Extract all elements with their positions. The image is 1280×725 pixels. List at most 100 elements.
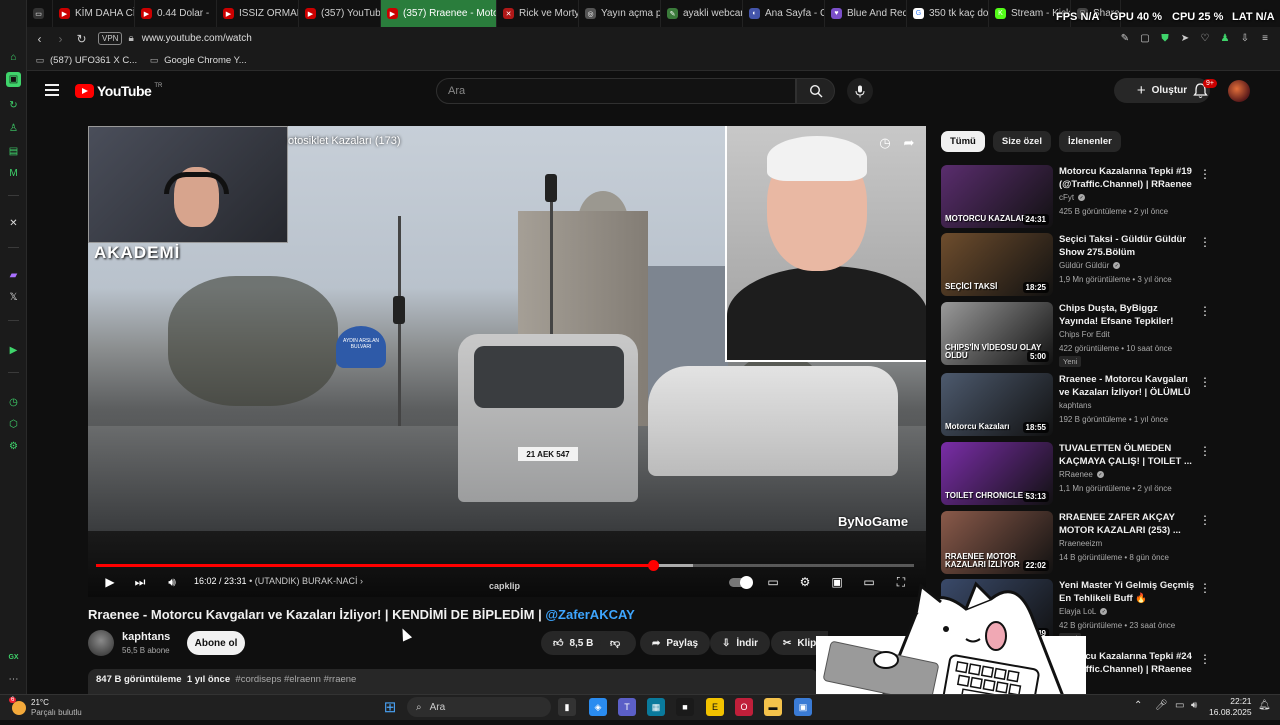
send-icon[interactable]: ➤ [1178, 31, 1192, 45]
copilot-icon[interactable]: ◈ [589, 698, 607, 716]
voice-search-button[interactable] [847, 78, 873, 104]
sidebar-m-icon[interactable]: M [6, 166, 21, 181]
browser-tab[interactable]: ♥ Blue And Red [825, 0, 907, 27]
reload-icon[interactable]: ↻ [73, 30, 90, 47]
video-player[interactable]: AYDIN ARSLAN BULVARI 21 AEK 547 AKADEMİ … [88, 126, 926, 597]
forward-icon[interactable]: › [52, 30, 69, 47]
search-button[interactable] [796, 78, 835, 104]
lock-icon[interactable]: 🔒︎ [128, 33, 133, 44]
notifications-button[interactable]: 9+ [1193, 79, 1217, 99]
back-icon[interactable]: ‹ [31, 30, 48, 47]
browser-tab[interactable]: ✕ Rick ve Morty [497, 0, 579, 27]
description-box[interactable]: 847 B görüntüleme 1 yıl önce #cordiseps … [88, 669, 818, 694]
recommendation-title[interactable]: Rraenee - Motorcu Kavgaları ve Kazaları … [1059, 373, 1197, 399]
clock-icon[interactable]: ◷ [6, 395, 21, 410]
x-icon[interactable]: 𝕏 [6, 290, 21, 305]
browser-tab[interactable]: ▶ (357) YouTub [299, 0, 381, 27]
sidebar-ai-icon[interactable]: ✕ [6, 216, 21, 231]
opera-gx-icon[interactable]: O [735, 698, 753, 716]
browser-tab[interactable]: ▭ [27, 0, 53, 27]
sidebar-player-icon[interactable]: ▶ [6, 343, 21, 358]
volume-icon[interactable]: 🔊︎ [164, 573, 180, 591]
video-thumbnail[interactable]: Motorcu Kazaları 18:55 [941, 373, 1053, 436]
settings-gear-icon[interactable]: ⚙ [797, 573, 813, 591]
hashtags[interactable]: #cordiseps #elraenn #rraene [235, 674, 356, 685]
recommendation-title[interactable]: Motorcu Kazalarına Tepki #19 (@Traffic.C… [1059, 165, 1197, 191]
sidebar-vpn-icon[interactable]: ♙ [6, 121, 21, 136]
recommendation-title[interactable]: TUVALETTEN ÖLMEDEN KAÇMAYA ÇALIŞ! | TOIL… [1059, 442, 1197, 468]
twitch-icon[interactable]: ▰ [6, 268, 21, 283]
browser-tab[interactable]: ▶ 0.44 Dolar - [135, 0, 217, 27]
tray-chevron-icon[interactable]: ⌃ [1134, 700, 1142, 711]
vpn-badge[interactable]: VPN [98, 32, 123, 45]
captions-icon[interactable]: ▭ [765, 573, 781, 591]
browser-tab[interactable]: ▶ KİM DAHA Cİ [53, 0, 135, 27]
share-button[interactable]: ➦ Paylaş [640, 631, 711, 655]
hamburger-menu-icon[interactable] [45, 84, 59, 96]
file-explorer-icon[interactable]: ▬ [764, 698, 782, 716]
channel-name[interactable]: kaphtans [122, 631, 170, 643]
recommendation-title[interactable]: Chips Duşta, ByBiggz Yayında! Efsane Tep… [1059, 302, 1197, 328]
pin-icon[interactable]: ✎ [1118, 31, 1132, 45]
shield-icon[interactable]: ⛊ [1158, 31, 1172, 45]
subscribe-button[interactable]: Abone ol [187, 631, 245, 655]
notification-center-icon[interactable]: 🔔︎ [1258, 700, 1271, 711]
sidebar-messenger-icon[interactable]: ▤ [6, 144, 21, 159]
scrubber-handle[interactable] [648, 560, 660, 571]
browser-tab[interactable]: ◐ Ana Sayfa - C [743, 0, 825, 27]
browser-tab[interactable]: G 350 tk kaç do [907, 0, 989, 27]
video-thumbnail[interactable]: MOTORCU KAZALARI 24:31 [941, 165, 1053, 228]
photos-icon[interactable]: ▣ [794, 698, 812, 716]
filter-chip[interactable]: İzlenenler [1058, 131, 1121, 152]
channel-avatar[interactable] [88, 630, 114, 656]
network-icon[interactable]: ▭ [1175, 700, 1184, 711]
more-options-icon[interactable]: ⋮ [1199, 513, 1211, 527]
more-options-icon[interactable]: ⋮ [1199, 444, 1211, 458]
video-thumbnail[interactable]: CHIPS'İN VİDEOSU OLAY OLDU 5:00 [941, 302, 1053, 365]
video-thumbnail[interactable]: SEÇİCİ TAKSİ 18:25 [941, 233, 1053, 296]
play-icon[interactable]: ▶ [102, 573, 118, 591]
volume-tray-icon[interactable]: 🔊︎ [1191, 700, 1197, 711]
bookmark-item[interactable]: ▭ (587) UFO361 X C... [35, 55, 137, 66]
chapter-title[interactable]: • (UTANDIK) BURAK-NACİ › [249, 576, 363, 586]
home-icon[interactable]: ⌂ [6, 50, 21, 65]
share-arrow-icon[interactable]: ➦ [901, 135, 917, 151]
more-options-icon[interactable]: ⋮ [1199, 652, 1211, 666]
sidebar-chat-icon[interactable]: ▣ [6, 72, 21, 87]
more-options-icon[interactable]: ⋮ [1199, 581, 1211, 595]
browser-tab[interactable]: ✎ ayakli webcam [661, 0, 743, 27]
recommendation-channel[interactable]: Chips For Edit [1059, 330, 1110, 339]
gx-icon[interactable]: GX [6, 650, 21, 665]
recommendation-title[interactable]: RRAENEE ZAFER AKÇAY MOTOR KAZALARI (253)… [1059, 511, 1197, 537]
heart-icon[interactable]: ♡ [1198, 31, 1212, 45]
recommendation-channel[interactable]: kaphtans [1059, 401, 1091, 410]
recommendation-title[interactable]: Seçici Taksi - Güldür Güldür Show 275.Bö… [1059, 233, 1197, 259]
more-options-icon[interactable]: ⋮ [1199, 235, 1211, 249]
search-input[interactable]: Ara [436, 78, 796, 104]
download-icon[interactable]: ⇩ [1238, 31, 1252, 45]
recommendation-item[interactable]: MOTORCU KAZALARI 24:31 Motorcu Kazalarına … [941, 165, 1211, 229]
download-button[interactable]: ⇩ İndir [710, 631, 771, 655]
sidebar-history-icon[interactable]: ↻ [6, 98, 21, 113]
more-options-icon[interactable]: ⋮ [1199, 375, 1211, 389]
bookmark-item[interactable]: ▭ Google Chrome Y... [149, 55, 247, 66]
autoplay-toggle[interactable] [728, 573, 753, 591]
more-options-icon[interactable]: ⋮ [1199, 304, 1211, 318]
teams-icon[interactable]: T [618, 698, 636, 716]
url-field[interactable]: www.youtube.com/watch [142, 33, 252, 44]
dislike-button[interactable]: 👎︎ [600, 631, 636, 655]
recommendation-channel[interactable]: RRaenee ✓ [1059, 470, 1104, 479]
settings-icon[interactable]: ⚙ [6, 439, 21, 454]
filter-chip[interactable]: Tümü [941, 131, 985, 152]
app-icon[interactable]: ■ [676, 698, 694, 716]
video-thumbnail[interactable]: RRAENEE MOTOR KAZALARI İZLİYOR 22:02 [941, 511, 1053, 574]
recommendation-channel[interactable]: cFyt ✓ [1059, 193, 1086, 202]
menu-icon[interactable]: ≡ [1258, 31, 1272, 45]
filter-chip[interactable]: Size özel [992, 131, 1051, 152]
sidebar-cube-icon[interactable]: ⬡ [6, 417, 21, 432]
task-view-icon[interactable]: ▮ [558, 698, 576, 716]
watch-later-icon[interactable]: ◷ [877, 135, 893, 151]
user-avatar[interactable] [1228, 80, 1250, 102]
browser-tab[interactable]: ▶ (357) Rraenee - Motorc [381, 0, 497, 27]
epic-icon[interactable]: E [706, 698, 724, 716]
